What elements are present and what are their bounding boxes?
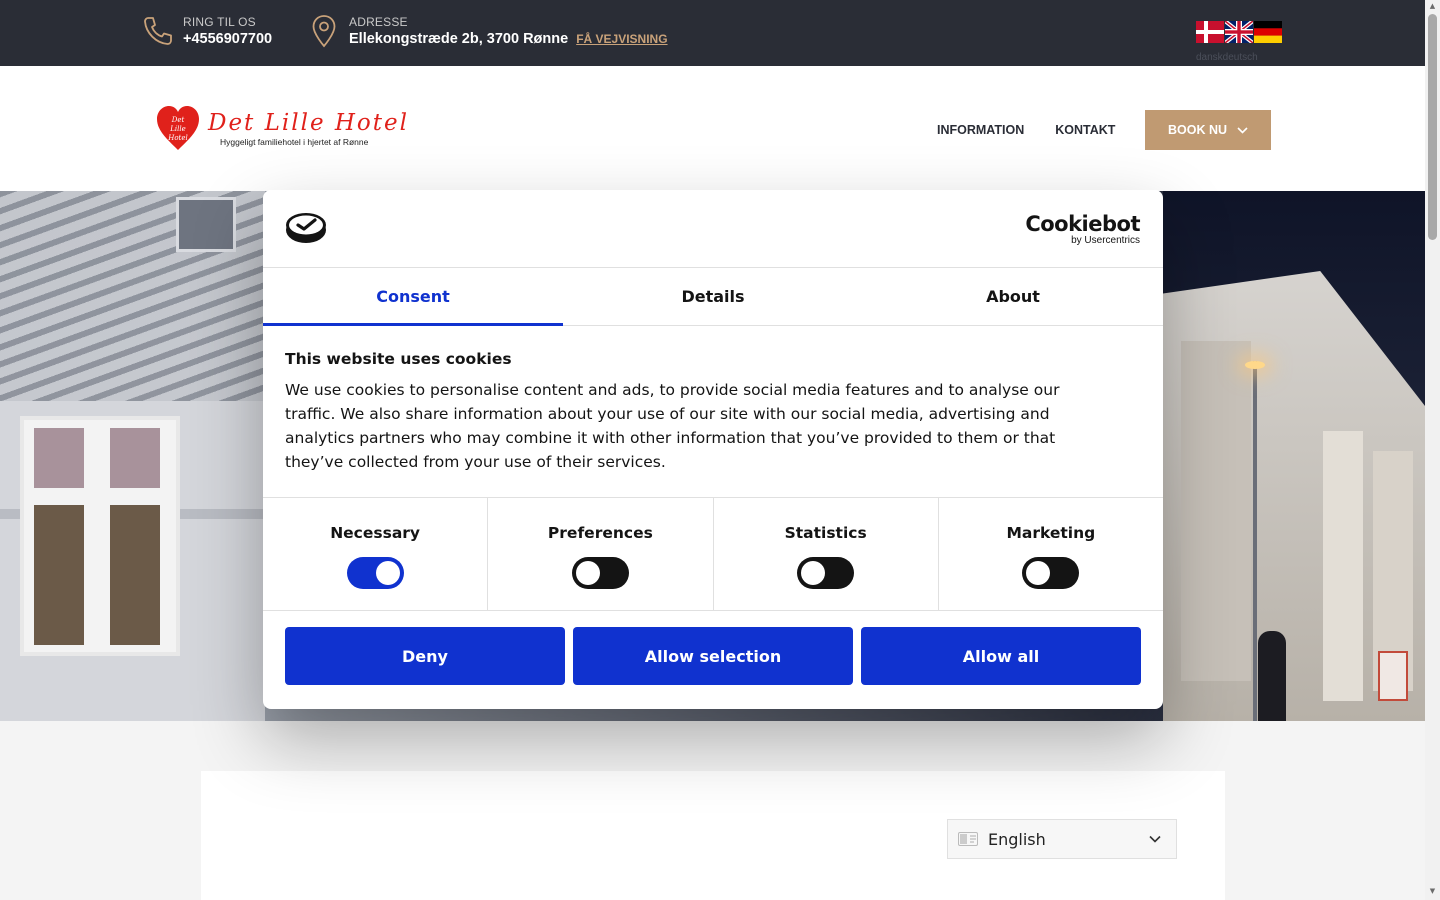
scroll-up-icon[interactable]: ▲ [1428, 2, 1437, 11]
allow-all-button[interactable]: Allow all [861, 627, 1141, 685]
language-select-value: English [988, 829, 1046, 849]
phone-icon [141, 14, 175, 48]
logo-title: Det Lille Hotel [208, 109, 409, 136]
heart-line: Lille [170, 125, 186, 133]
scroll-down-icon[interactable]: ▼ [1428, 887, 1437, 896]
phone-number[interactable]: +4556907700 [183, 31, 272, 47]
phone-label: RING TIL OS [183, 15, 256, 29]
tab-consent[interactable]: Consent [263, 268, 563, 326]
pref-label: Marketing [1006, 524, 1096, 542]
dialog-title: This website uses cookies [285, 350, 512, 368]
logo-subtitle: Hyggeligt familiehotel i hjertet af Rønn… [220, 136, 369, 147]
heart-logo-icon: Det Lille Hotel [156, 104, 200, 152]
language-select[interactable]: English [947, 819, 1177, 859]
book-now-button[interactable]: BOOK NU [1145, 110, 1271, 150]
phone-info: RING TIL OS +4556907700 [141, 14, 272, 48]
site-logo[interactable]: Det Lille Hotel Det Lille Hotel Hyggelig… [156, 104, 409, 152]
pref-necessary: Necessary [263, 498, 489, 610]
flag-dk-icon[interactable] [1196, 21, 1224, 43]
flag-de-icon[interactable] [1254, 21, 1282, 43]
marketing-toggle[interactable] [1022, 557, 1080, 589]
translate-icon [958, 832, 978, 846]
cookie-logo-icon [286, 213, 326, 243]
necessary-toggle[interactable] [346, 557, 404, 589]
language-flags [1196, 21, 1282, 43]
book-now-label: BOOK NU [1167, 123, 1228, 137]
nav-link-kontakt[interactable]: KONTAKT [1055, 110, 1115, 150]
pref-label: Necessary [330, 524, 421, 542]
cookie-consent-dialog: Cookiebot by Usercentrics Consent Detail… [263, 190, 1163, 709]
heart-line: Hotel [168, 134, 188, 142]
directions-link[interactable]: FÅ VEJVISNING [576, 32, 667, 46]
pref-marketing: Marketing [939, 498, 1163, 610]
chevron-down-icon [1149, 835, 1161, 843]
tab-details[interactable]: Details [563, 268, 863, 325]
cookie-preferences: Necessary Preferences Statistics Marketi… [263, 498, 1163, 611]
address-value: Ellekongstræde 2b, 3700 Rønne [349, 31, 569, 47]
map-pin-icon [307, 14, 341, 48]
preferences-toggle[interactable] [571, 557, 629, 589]
address-label: ADRESSE [349, 15, 408, 29]
deny-button[interactable]: Deny [285, 627, 565, 685]
pref-statistics: Statistics [714, 498, 939, 610]
address-info: ADRESSE Ellekongstræde 2b, 3700 Rønne FÅ… [307, 14, 668, 48]
cookiebot-brand[interactable]: Cookiebot by Usercentrics [1025, 212, 1140, 246]
statistics-toggle[interactable] [797, 557, 855, 589]
flag-uk-icon[interactable] [1225, 21, 1253, 43]
scrollbar-thumb[interactable] [1428, 14, 1437, 240]
cookiebot-by: by Usercentrics [1071, 235, 1140, 246]
pref-label: Statistics [784, 524, 867, 542]
tab-about[interactable]: About [863, 268, 1163, 325]
heart-line: Det [171, 116, 185, 124]
site-header: Det Lille Hotel Det Lille Hotel Hyggelig… [0, 66, 1425, 191]
flag-caption: danskdeutsch [1196, 52, 1258, 63]
cookiebot-name: Cookiebot [1025, 212, 1140, 236]
pref-preferences: Preferences [488, 498, 714, 610]
dialog-actions: Deny Allow selection Allow all [263, 611, 1163, 685]
top-info-bar: RING TIL OS +4556907700 ADRESSE Ellekong… [0, 0, 1425, 66]
nav-link-information[interactable]: INFORMATION [937, 110, 1024, 150]
allow-selection-button[interactable]: Allow selection [573, 627, 853, 685]
dialog-text: We use cookies to personalise content an… [285, 381, 1060, 471]
pref-label: Preferences [547, 524, 653, 542]
chevron-down-icon [1237, 126, 1248, 134]
page-scrollbar[interactable]: ▲ ▼ [1425, 0, 1440, 900]
main-nav: INFORMATION KONTAKT [937, 110, 1115, 150]
consent-tabs: Consent Details About [263, 268, 1163, 326]
